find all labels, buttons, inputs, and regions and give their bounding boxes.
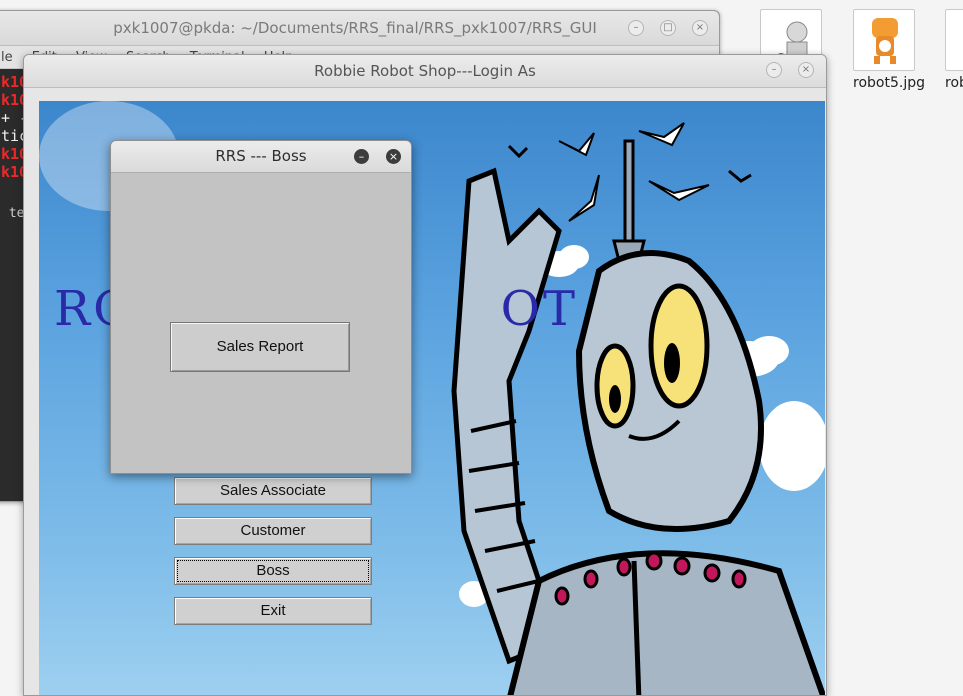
exit-button[interactable]: Exit bbox=[174, 597, 372, 625]
terminal-maximize-button[interactable]: □ bbox=[660, 20, 676, 36]
boss-minimize-button[interactable]: – bbox=[354, 149, 369, 164]
menu-file[interactable]: le bbox=[1, 47, 13, 69]
robot-thumbnail-icon bbox=[945, 9, 963, 71]
terminal-title: pxk1007@pkda: ~/Documents/RRS_final/RRS_… bbox=[113, 19, 597, 37]
terminal-titlebar[interactable]: pxk1007@pkda: ~/Documents/RRS_final/RRS_… bbox=[0, 11, 719, 46]
sales-associate-button[interactable]: Sales Associate bbox=[174, 477, 372, 505]
boss-dialog[interactable]: RRS --- Boss – × Sales Report bbox=[110, 140, 412, 474]
boss-close-button[interactable]: × bbox=[386, 149, 401, 164]
boss-dialog-title: RRS --- Boss bbox=[215, 147, 307, 165]
sales-report-button[interactable]: Sales Report bbox=[170, 322, 350, 372]
terminal-close-button[interactable]: × bbox=[692, 20, 708, 36]
login-window-title: Robbie Robot Shop---Login As bbox=[314, 62, 536, 80]
login-close-button[interactable]: × bbox=[798, 62, 814, 78]
customer-button[interactable]: Customer bbox=[174, 517, 372, 545]
desktop-file-partial[interactable]: rob bbox=[945, 9, 963, 91]
desktop-file-robot5[interactable]: robot5.jpg bbox=[853, 9, 925, 91]
robot5-thumbnail-icon bbox=[853, 9, 915, 71]
desktop-file-label: robot5.jpg bbox=[853, 75, 925, 91]
boss-dialog-titlebar[interactable]: RRS --- Boss – × bbox=[111, 141, 411, 173]
login-window-titlebar[interactable]: Robbie Robot Shop---Login As – × bbox=[24, 55, 826, 88]
desktop-file-label: rob bbox=[945, 75, 963, 91]
terminal-minimize-button[interactable]: – bbox=[628, 20, 644, 36]
login-minimize-button[interactable]: – bbox=[766, 62, 782, 78]
boss-button[interactable]: Boss bbox=[174, 557, 372, 585]
